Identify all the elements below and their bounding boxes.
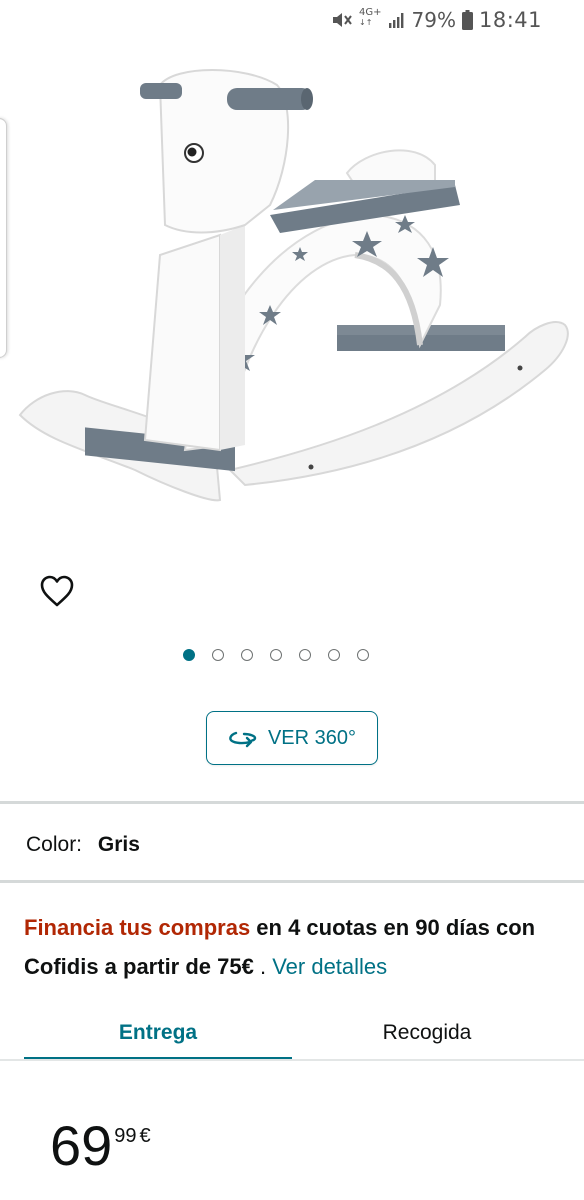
view-360-label: VER 360°	[267, 726, 357, 749]
color-value: Gris	[97, 833, 140, 856]
carousel-dot[interactable]	[299, 649, 311, 661]
divider	[0, 880, 584, 883]
color-label: Color:	[26, 833, 83, 856]
signal-icon	[388, 11, 406, 29]
carousel-dot[interactable]	[212, 649, 224, 661]
image-carousel-dots	[0, 649, 568, 661]
carousel-dot[interactable]	[328, 649, 340, 661]
financing-details-link[interactable]: Ver detalles	[272, 954, 387, 979]
mute-icon	[331, 10, 353, 30]
view-360-button[interactable]: VER 360°	[206, 711, 378, 765]
price-currency: €	[139, 1125, 151, 1147]
price-fraction: 99	[114, 1125, 137, 1147]
clock: 18:41	[478, 8, 542, 32]
price-whole: 69	[50, 1114, 113, 1177]
heart-outline-icon	[40, 575, 74, 607]
wishlist-button[interactable]	[38, 572, 76, 610]
financing-offer: Financia tus compras en 4 cuotas en 90 d…	[24, 908, 564, 986]
battery-percent: 79%	[411, 8, 456, 32]
network-indicator: 4G+ ↓↑	[359, 7, 382, 28]
network-label: 4G+	[359, 7, 382, 18]
divider	[0, 801, 584, 804]
carousel-dot[interactable]	[241, 649, 253, 661]
carousel-dot[interactable]	[183, 649, 195, 661]
financing-promo: Financia tus compras	[24, 915, 251, 940]
divider	[0, 1059, 584, 1061]
price: 69 99 €	[50, 1116, 151, 1176]
color-selector[interactable]: Color: Gris	[26, 833, 140, 857]
carousel-dot[interactable]	[357, 649, 369, 661]
side-drawer-handle[interactable]	[0, 118, 7, 358]
delivery-tabs: Entrega Recogida	[24, 1006, 584, 1062]
product-image[interactable]	[15, 55, 570, 515]
carousel-dot[interactable]	[270, 649, 282, 661]
status-bar: 4G+ ↓↑ 79% 18:41	[0, 0, 584, 40]
rotate-360-icon	[229, 731, 257, 748]
battery-icon	[461, 10, 473, 30]
handle-left	[140, 83, 182, 99]
tab-recogida[interactable]: Recogida	[292, 1006, 562, 1060]
tab-entrega[interactable]: Entrega	[24, 1006, 292, 1060]
financing-separator: .	[253, 954, 273, 979]
handle-right	[227, 88, 312, 110]
